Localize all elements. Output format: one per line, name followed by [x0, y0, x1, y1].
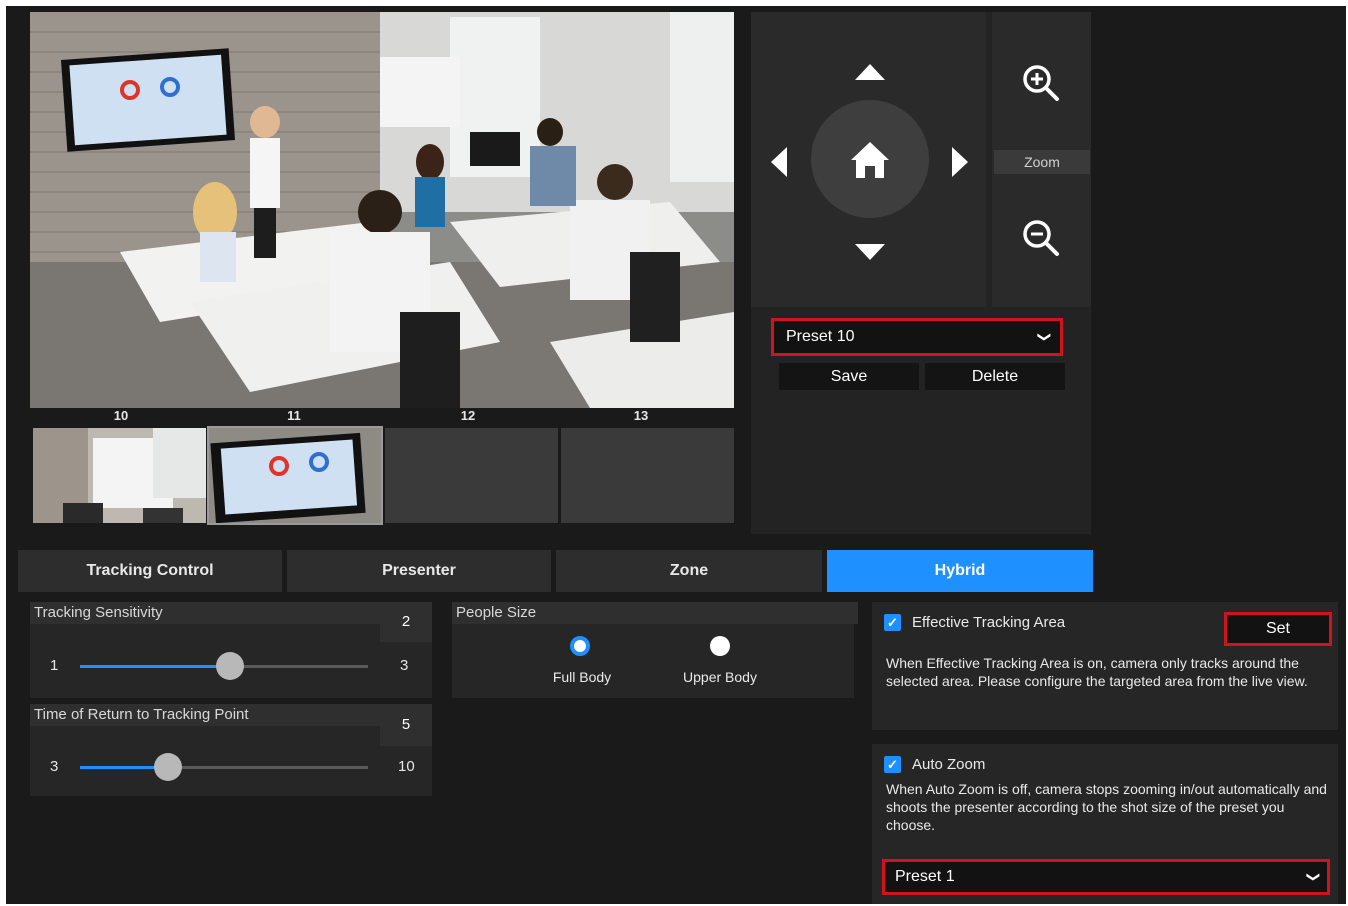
- arrow-right-icon[interactable]: [950, 145, 970, 179]
- tab-presenter[interactable]: Presenter: [287, 550, 551, 592]
- chevron-down-icon: ❯: [1306, 871, 1322, 883]
- arrow-left-icon[interactable]: [769, 145, 789, 179]
- classroom-video-frame: [30, 12, 734, 408]
- camera-control-app: 10 11 12 13 Zoom Preset 10 ❯ Save Delete…: [6, 6, 1346, 904]
- preset-select[interactable]: Preset 10 ❯: [771, 318, 1063, 356]
- direction-pad: [751, 12, 986, 307]
- thumbnail-image: [209, 428, 381, 523]
- auto-zoom-checkbox[interactable]: ✓: [884, 756, 901, 773]
- auto-zoom-preset-value: Preset 1: [895, 868, 955, 885]
- return-time-panel: Time of Return to Tracking Point 5 3 10: [30, 704, 432, 796]
- thumbnail-image: [33, 428, 206, 523]
- live-view[interactable]: [30, 12, 734, 408]
- delete-button[interactable]: Delete: [925, 363, 1065, 390]
- thumbnail-label: 10: [113, 408, 129, 423]
- preset-select-value: Preset 10: [786, 328, 855, 345]
- upper-body-label: Upper Body: [683, 669, 757, 685]
- people-size-title: People Size: [452, 602, 858, 624]
- people-size-panel: People Size Full Body Upper Body: [452, 602, 858, 698]
- tracking-sensitivity-value: 2: [380, 602, 432, 642]
- full-body-label: Full Body: [552, 669, 612, 685]
- return-time-title: Time of Return to Tracking Point: [30, 704, 384, 726]
- slider-max-label: 3: [400, 657, 409, 674]
- auto-zoom-label: Auto Zoom: [912, 756, 986, 773]
- slider-fill: [80, 766, 164, 769]
- arrow-up-icon[interactable]: [853, 62, 887, 82]
- slider-thumb[interactable]: [154, 753, 182, 781]
- thumbnail-label: 12: [460, 408, 476, 423]
- slider-min-label: 1: [50, 657, 59, 674]
- preset-thumbnail-11[interactable]: [207, 426, 383, 525]
- thumbnail-label: 11: [287, 408, 301, 423]
- upper-body-radio[interactable]: [710, 636, 730, 656]
- slider-thumb[interactable]: [216, 652, 244, 680]
- return-time-value: 5: [380, 704, 432, 746]
- chevron-down-icon: ❯: [1037, 331, 1053, 343]
- home-icon: [851, 142, 889, 178]
- slider-max-label: 10: [398, 758, 415, 775]
- arrow-down-icon[interactable]: [853, 242, 887, 262]
- home-button[interactable]: [811, 100, 929, 218]
- preset-thumbnail-13[interactable]: [561, 428, 734, 523]
- effective-area-checkbox[interactable]: ✓: [884, 614, 901, 631]
- preset-thumbnail-12[interactable]: [385, 428, 558, 523]
- zoom-label: Zoom: [994, 150, 1090, 174]
- slider-min-label: 3: [50, 758, 59, 775]
- slider-fill: [80, 665, 230, 668]
- full-body-radio[interactable]: [570, 636, 590, 656]
- tab-hybrid[interactable]: Hybrid: [827, 550, 1093, 592]
- effective-area-description: When Effective Tracking Area is on, came…: [886, 655, 1308, 689]
- tracking-sensitivity-title: Tracking Sensitivity: [30, 602, 384, 624]
- thumbnail-label: 13: [633, 408, 649, 423]
- tab-tracking-control[interactable]: Tracking Control: [18, 550, 282, 592]
- tracking-sensitivity-panel: Tracking Sensitivity 2 1 3: [30, 602, 432, 698]
- save-button[interactable]: Save: [779, 363, 919, 390]
- auto-zoom-preset-select[interactable]: Preset 1 ❯: [882, 859, 1330, 895]
- auto-zoom-description: When Auto Zoom is off, camera stops zoom…: [886, 781, 1327, 833]
- zoom-out-icon[interactable]: [1020, 217, 1062, 259]
- zoom-in-icon[interactable]: [1020, 62, 1062, 104]
- ptz-control-panel: Zoom Preset 10 ❯ Save Delete: [751, 12, 1091, 534]
- tab-zone[interactable]: Zone: [556, 550, 822, 592]
- effective-area-label: Effective Tracking Area: [912, 614, 1066, 631]
- set-area-button[interactable]: Set: [1224, 612, 1332, 646]
- preset-thumbnail-10[interactable]: [33, 428, 206, 523]
